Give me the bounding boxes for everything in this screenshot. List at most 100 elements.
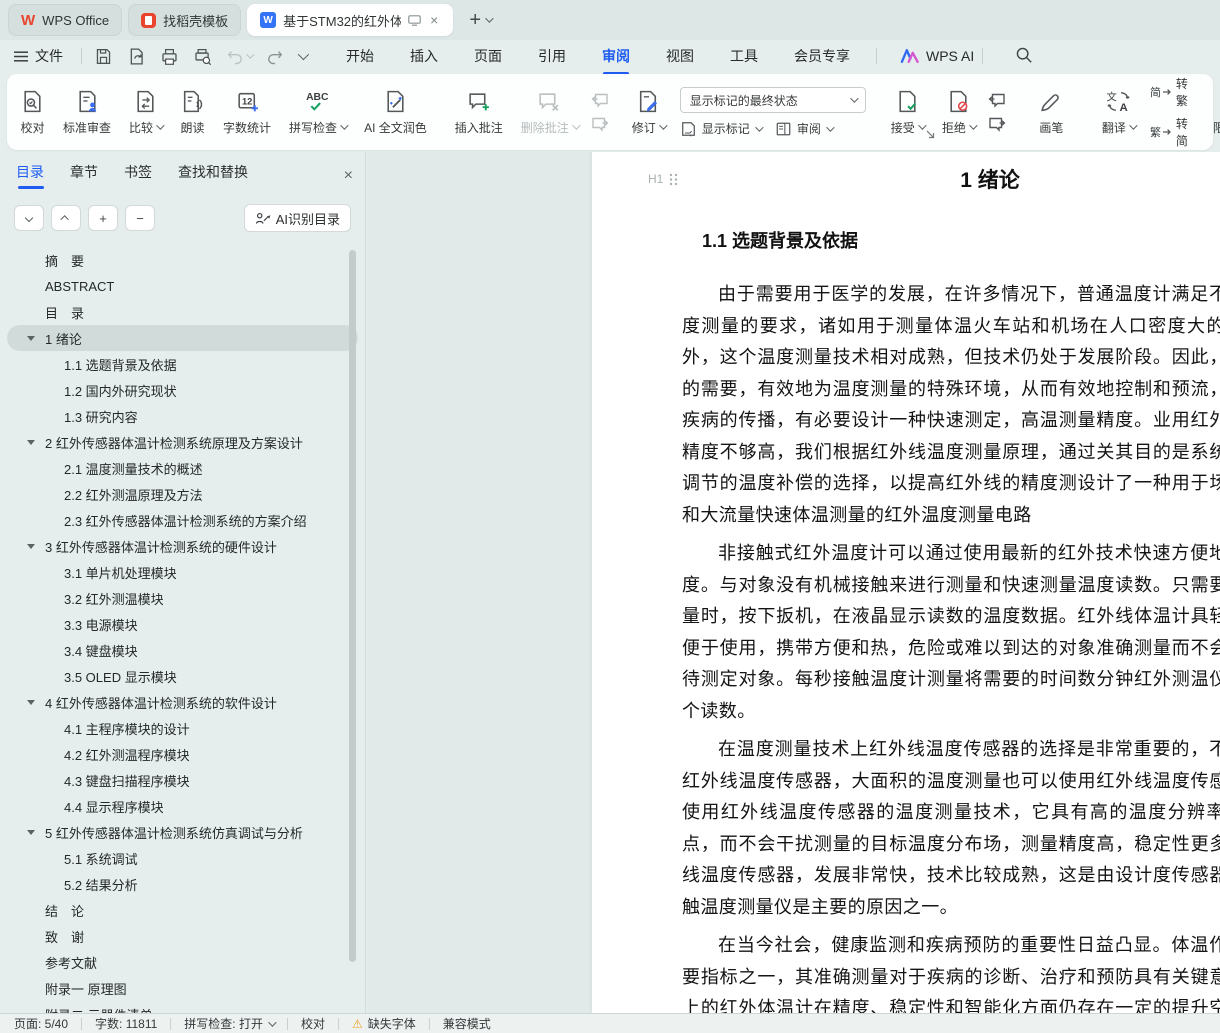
toc-item[interactable]: 2 红外传感器体温计检测系统原理及方案设计 — [7, 429, 358, 455]
toc-item[interactable]: 5.1 系统调试 — [7, 845, 358, 871]
toc-item[interactable]: 附录二 元器件清单 — [7, 1001, 358, 1014]
toc-item[interactable]: 3.2 红外测温模块 — [7, 585, 358, 611]
wps-ai-button[interactable]: WPS AI — [900, 48, 974, 64]
menu-tab-member[interactable]: 会员专享 — [776, 40, 868, 72]
sidebar-tab-find-replace[interactable]: 查找和替换 — [178, 162, 248, 189]
show-markup-button[interactable]: 显示标记 — [680, 120, 764, 137]
document-canvas[interactable]: H1 1 绪论 1.1 选题背景及依据 由于需要用于医学的发展，在许多情况下，普… — [367, 152, 1220, 1013]
toc-item[interactable]: 1.1 选题背景及依据 — [7, 351, 358, 377]
standard-review-button[interactable]: 标准审查 — [54, 87, 120, 138]
word-count-indicator[interactable]: 字数: 11811 — [95, 1015, 157, 1032]
toc-item[interactable]: 3.3 电源模块 — [7, 611, 358, 637]
toc-item[interactable]: 3.1 单片机处理模块 — [7, 559, 358, 585]
menu-tab-view[interactable]: 视图 — [648, 40, 712, 72]
print-icon[interactable] — [160, 47, 179, 66]
menu-tab-reference[interactable]: 引用 — [520, 40, 584, 72]
sidebar-tab-chapters[interactable]: 章节 — [70, 162, 98, 189]
reject-button[interactable]: 拒绝 — [933, 87, 984, 138]
to-simplified-button[interactable]: 繁 转简 — [1150, 115, 1188, 149]
undo-chevron-icon[interactable] — [246, 50, 255, 59]
menu-tab-insert[interactable]: 插入 — [392, 40, 456, 72]
file-menu[interactable]: 文件 — [14, 46, 63, 66]
document-body[interactable]: 由于需要用于医学的发展，在许多情况下，普通温度计满足不了快速的温度测量的要求，诸… — [592, 279, 1220, 1013]
toc-item[interactable]: 2.1 温度测量技术的概述 — [7, 455, 358, 481]
insert-comment-button[interactable]: 插入批注 — [446, 87, 512, 138]
ai-polish-button[interactable]: AI 全文润色 — [355, 87, 436, 138]
zoom-in-outline-button[interactable]: + — [88, 205, 118, 231]
toc-item[interactable]: 2.3 红外传感器体温计检测系统的方案介绍 — [7, 507, 358, 533]
toolbar-more-chevron-icon[interactable] — [297, 48, 310, 61]
toc-item[interactable]: 1.3 研究内容 — [7, 403, 358, 429]
toc-item[interactable]: 致 谢 — [7, 923, 358, 949]
save-icon[interactable] — [94, 47, 113, 66]
toc-item[interactable]: 3 红外传感器体温计检测系统的硬件设计 — [7, 533, 358, 559]
document-page[interactable]: H1 1 绪论 1.1 选题背景及依据 由于需要用于医学的发展，在许多情况下，普… — [592, 152, 1220, 1013]
to-traditional-button[interactable]: 简 转繁 — [1150, 75, 1188, 109]
drag-handle-icon[interactable] — [669, 173, 678, 186]
track-changes-button[interactable]: 修订 — [623, 87, 674, 138]
close-sidebar-icon[interactable]: × — [344, 167, 353, 185]
search-icon[interactable] — [1015, 46, 1033, 67]
toc-item[interactable]: 2.2 红外测温原理及方法 — [7, 481, 358, 507]
delete-comment-button[interactable]: 删除批注 — [512, 87, 587, 138]
compare-button[interactable]: 比较 — [120, 87, 171, 138]
toc-item[interactable]: 结 论 — [7, 897, 358, 923]
menu-tab-tools[interactable]: 工具 — [712, 40, 776, 72]
zoom-out-outline-button[interactable]: − — [125, 205, 155, 231]
proofread-status[interactable]: 校对 — [301, 1015, 325, 1032]
new-tab-button[interactable]: + — [469, 10, 481, 30]
ai-recognize-toc-button[interactable]: AI识别目录 — [243, 204, 351, 232]
tab-list-chevron-icon[interactable] — [485, 14, 494, 23]
word-count-button[interactable]: 12 字数统计 — [214, 87, 280, 138]
toc-item[interactable]: 4.3 键盘扫描程序模块 — [7, 767, 358, 793]
spell-check-button[interactable]: ABC 拼写检查 — [280, 87, 355, 138]
compatibility-mode[interactable]: 兼容模式 — [443, 1015, 491, 1032]
sidebar-tab-contents[interactable]: 目录 — [16, 162, 44, 189]
previous-comment-button[interactable] — [591, 93, 609, 108]
undo-icon[interactable] — [226, 48, 244, 65]
previous-change-button[interactable] — [988, 93, 1006, 108]
close-tab-icon[interactable]: × — [428, 12, 440, 28]
toc-item[interactable]: 3.5 OLED 显示模块 — [7, 663, 358, 689]
tab-wps-office[interactable]: W WPS Office — [8, 4, 123, 36]
restrict-edit-button[interactable]: 限制编辑 — [1204, 87, 1220, 138]
missing-fonts-warning[interactable]: ⚠ 缺失字体 — [352, 1015, 416, 1032]
menu-tab-home[interactable]: 开始 — [328, 40, 392, 72]
share-screen-icon[interactable] — [408, 14, 421, 26]
tab-docer-templates[interactable]: 找稻壳模板 — [128, 4, 242, 36]
markup-state-dropdown[interactable]: 显示标记的最终状态 — [679, 87, 866, 113]
menu-tab-page[interactable]: 页面 — [456, 40, 520, 72]
sidebar-tab-bookmarks[interactable]: 书签 — [124, 162, 152, 189]
expand-all-button[interactable] — [14, 205, 44, 231]
toc-item[interactable]: 摘 要 — [7, 247, 358, 273]
tab-document[interactable]: W 基于STM32的红外体温计检测 × — [247, 4, 454, 36]
collapse-caret-icon[interactable] — [27, 544, 35, 549]
menu-tab-review[interactable]: 审阅 — [584, 40, 648, 72]
toc-item[interactable]: 4.2 红外测温程序模块 — [7, 741, 358, 767]
toc-item[interactable]: 参考文献 — [7, 949, 358, 975]
collapse-caret-icon[interactable] — [27, 700, 35, 705]
expand-toolbar-icon[interactable] — [926, 126, 935, 144]
next-comment-button[interactable] — [591, 117, 609, 132]
toc-item[interactable]: 4.4 显示程序模块 — [7, 793, 358, 819]
toc-item[interactable]: 1.2 国内外研究现状 — [7, 377, 358, 403]
redo-icon[interactable] — [266, 48, 284, 65]
review-pane-button[interactable]: 审阅 — [775, 120, 835, 137]
toc-item[interactable]: 4.1 主程序模块的设计 — [7, 715, 358, 741]
translate-button[interactable]: 文A 翻译 — [1093, 87, 1144, 138]
toc-item[interactable]: 5.2 结果分析 — [7, 871, 358, 897]
collapse-caret-icon[interactable] — [27, 440, 35, 445]
next-change-button[interactable] — [988, 117, 1006, 132]
print-preview-icon[interactable] — [193, 47, 212, 66]
toc-item[interactable]: 4 红外传感器体温计检测系统的软件设计 — [7, 689, 358, 715]
toc-item[interactable]: 3.4 键盘模块 — [7, 637, 358, 663]
read-aloud-button[interactable]: 朗读 — [171, 87, 214, 138]
proofread-button[interactable]: 校对 — [11, 87, 54, 138]
spell-check-status[interactable]: 拼写检查: 打开 — [184, 1015, 277, 1032]
toc-item[interactable]: ABSTRACT — [7, 273, 358, 299]
collapse-caret-icon[interactable] — [27, 830, 35, 835]
export-icon[interactable] — [127, 47, 146, 66]
pen-button[interactable]: 画笔 — [1020, 87, 1083, 138]
sidebar-scrollbar[interactable] — [349, 250, 356, 962]
collapse-caret-icon[interactable] — [27, 336, 35, 341]
